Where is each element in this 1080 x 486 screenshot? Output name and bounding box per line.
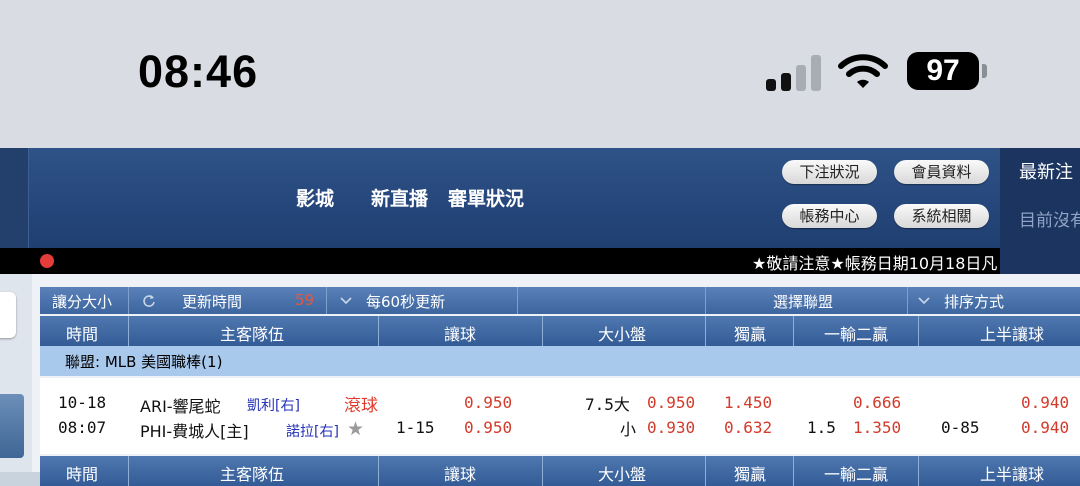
- chevron-down-icon[interactable]: [918, 297, 930, 305]
- nav-review-status[interactable]: 審單狀況: [448, 184, 524, 211]
- pitcher-home: 諾拉[右]: [286, 424, 339, 440]
- column-divider: [705, 456, 706, 486]
- league-name: 聯盟: MLB 美國職棒(1): [65, 353, 223, 371]
- handicap-odds-home[interactable]: 0.950: [464, 418, 512, 437]
- latest-notice-title: 最新注: [1019, 162, 1073, 183]
- table-row: 10-18 08:07 ARI-響尾蛇 凱利[右] 滾球 PHI-費城人[主] …: [40, 378, 1080, 454]
- system-settings-button[interactable]: 系統相關: [894, 204, 989, 228]
- odds-table-header: 時間 主客隊伍 讓球 大小盤 獨贏 一輸二贏 上半讓球: [40, 316, 1080, 346]
- latest-notice-text: 目前沒有: [1019, 211, 1080, 231]
- column-divider: [793, 456, 794, 486]
- col-handicap: 讓球: [444, 325, 477, 344]
- moneyline-away[interactable]: 1.450: [724, 393, 772, 412]
- column-divider: [378, 316, 379, 346]
- megaphone-icon: [40, 254, 54, 268]
- cellular-signal-icon: [766, 53, 824, 91]
- col-time: 時間: [66, 465, 99, 484]
- toolbar-divider: [517, 287, 518, 314]
- toolbar-divider: [705, 287, 706, 314]
- column-divider: [793, 316, 794, 346]
- column-divider: [918, 456, 919, 486]
- refresh-icon[interactable]: [142, 294, 156, 308]
- favorite-star-icon[interactable]: ★: [347, 418, 364, 440]
- moneyline-home[interactable]: 0.632: [724, 418, 772, 437]
- one-lose-two-win-home[interactable]: 1.350: [853, 418, 901, 437]
- live-badge: 滾球: [344, 396, 378, 416]
- odds-table-header-repeat: 時間 主客隊伍 讓球 大小盤 獨贏 一輸二贏 上半讓球: [40, 456, 1080, 486]
- column-divider: [705, 316, 706, 346]
- col-moneyline: 獨贏: [734, 325, 767, 344]
- col-time: 時間: [66, 325, 99, 344]
- col-first-half-handicap: 上半讓球: [980, 465, 1045, 484]
- one-lose-two-win-line: 1.5: [807, 418, 836, 437]
- sort-order-select[interactable]: 排序方式: [944, 291, 1004, 312]
- nav-live[interactable]: 新直播: [371, 184, 428, 211]
- col-over-under: 大小盤: [598, 465, 647, 484]
- announcement-ticker: ★敬請注意★帳務日期10月18日凡: [0, 248, 1000, 274]
- first-half-odds-away[interactable]: 0.940: [1021, 393, 1069, 412]
- one-lose-two-win-away[interactable]: 0.666: [853, 393, 901, 412]
- col-one-lose-two-win: 一輸二贏: [824, 325, 889, 344]
- col-over-under: 大小盤: [598, 325, 647, 344]
- match-time: 08:07: [58, 418, 107, 437]
- handicap-toggle[interactable]: 讓分大小: [52, 291, 112, 312]
- column-divider: [128, 456, 129, 486]
- col-handicap: 讓球: [444, 465, 477, 484]
- header-left-edge: [0, 148, 29, 248]
- status-bar: 08:46 97: [0, 0, 1080, 148]
- col-one-lose-two-win: 一輸二贏: [824, 465, 889, 484]
- col-moneyline: 獨贏: [734, 465, 767, 484]
- wifi-icon: [838, 54, 888, 88]
- col-first-half-handicap: 上半讓球: [980, 325, 1045, 344]
- team-home: PHI-費城人[主]: [140, 422, 249, 441]
- refresh-countdown: 59: [295, 291, 315, 309]
- odds-toolbar: 讓分大小 更新時間 59 每60秒更新 選擇聯盟 排序方式: [40, 287, 1080, 314]
- match-date: 10-18: [58, 393, 107, 412]
- toolbar-divider: [907, 287, 908, 314]
- ticker-text: ★敬請注意★帳務日期10月18日凡: [752, 254, 998, 273]
- refresh-time-label: 更新時間: [182, 293, 243, 311]
- toolbar-divider: [326, 287, 327, 314]
- toolbar-divider: [128, 287, 129, 314]
- battery-tip-icon: [982, 64, 987, 78]
- column-divider: [378, 456, 379, 486]
- nav-cinema[interactable]: 影城: [296, 184, 334, 211]
- first-half-odds-home[interactable]: 0.940: [1021, 418, 1069, 437]
- pitcher-away: 凱利[右]: [247, 398, 300, 414]
- league-row[interactable]: 聯盟: MLB 美國職棒(1): [40, 346, 1080, 376]
- team-away: ARI-響尾蛇: [140, 397, 221, 416]
- under-label: 小: [620, 420, 637, 439]
- handicap-line: 1-15: [396, 418, 435, 437]
- column-divider: [542, 456, 543, 486]
- under-odds[interactable]: 0.930: [647, 418, 695, 437]
- first-half-line: 0-85: [941, 418, 980, 437]
- handicap-odds-away[interactable]: 0.950: [464, 393, 512, 412]
- col-teams: 主客隊伍: [220, 465, 285, 484]
- side-panel-button[interactable]: [0, 292, 16, 338]
- side-panel-tab[interactable]: [0, 394, 24, 458]
- column-divider: [918, 316, 919, 346]
- member-info-button[interactable]: 會員資料: [894, 160, 989, 184]
- col-teams: 主客隊伍: [220, 325, 285, 344]
- select-league-button[interactable]: 選擇聯盟: [773, 291, 833, 312]
- battery-level: 97: [907, 52, 979, 90]
- account-center-button[interactable]: 帳務中心: [782, 204, 877, 228]
- bet-status-button[interactable]: 下注狀況: [782, 160, 877, 184]
- over-line: 7.5大: [585, 395, 630, 414]
- column-divider: [128, 316, 129, 346]
- refresh-interval-select[interactable]: 每60秒更新: [366, 291, 445, 312]
- chevron-down-icon[interactable]: [340, 297, 352, 305]
- over-odds[interactable]: 0.950: [647, 393, 695, 412]
- column-divider: [542, 316, 543, 346]
- status-time: 08:46: [138, 46, 259, 97]
